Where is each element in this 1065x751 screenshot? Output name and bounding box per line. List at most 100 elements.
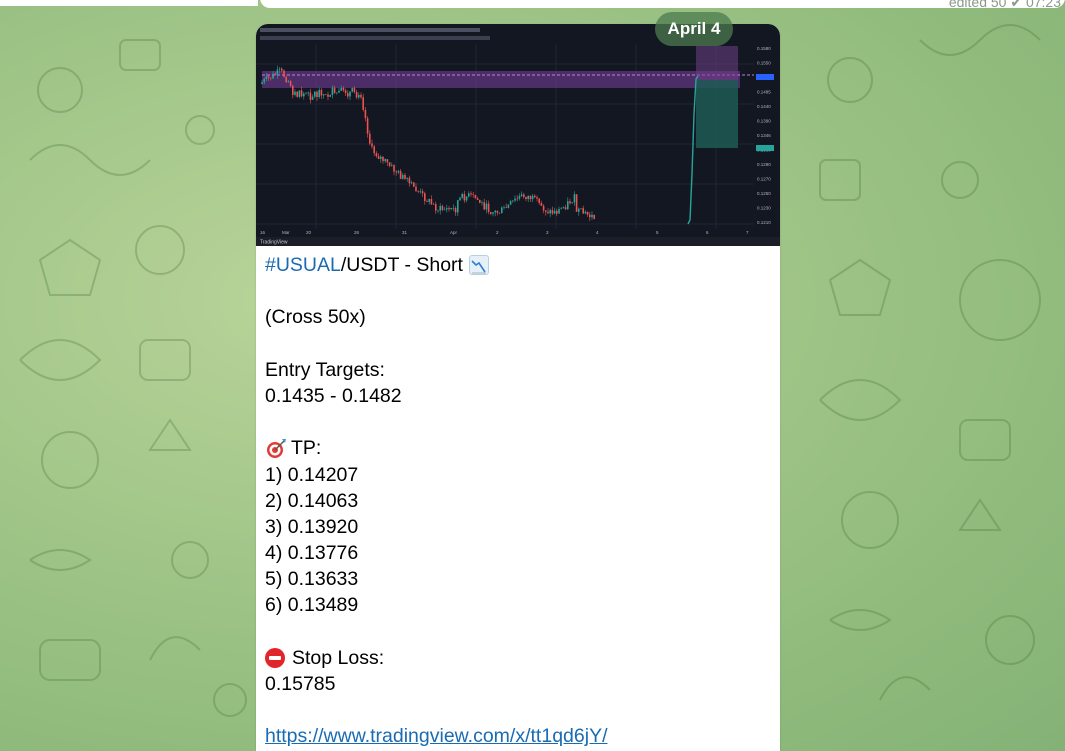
price-axis-label: 0.1580 xyxy=(757,46,771,51)
candle-body xyxy=(311,96,314,100)
candle-body xyxy=(578,208,580,212)
candle-body xyxy=(540,202,543,206)
candle-body xyxy=(296,91,298,97)
pair-text: /USDT - Short xyxy=(340,254,463,276)
candle-body xyxy=(481,202,483,203)
svg-text:16: 16 xyxy=(260,230,266,235)
candle-body xyxy=(329,95,331,97)
tp-title-line: TP: xyxy=(265,435,771,461)
candle-body xyxy=(531,195,534,200)
candle-body xyxy=(287,81,290,83)
candle-body xyxy=(505,207,507,208)
candle-body xyxy=(281,68,283,71)
candle-body xyxy=(364,109,367,119)
stop-loss-title-line: Stop Loss: xyxy=(265,645,771,671)
tradingview-link[interactable]: https://www.tradingview.com/x/tt1qd6jY/ xyxy=(265,723,608,749)
candle-body xyxy=(485,203,488,210)
candle-body xyxy=(516,198,518,200)
candle-body xyxy=(593,214,595,219)
candle-body xyxy=(289,81,292,86)
price-axis-label: 0.1210 xyxy=(757,220,771,225)
candle-body xyxy=(580,208,582,209)
candle-body xyxy=(452,208,455,209)
candle-body xyxy=(270,77,272,79)
candle-body xyxy=(564,207,567,210)
entry-range: 0.1435 - 0.1482 xyxy=(265,384,402,407)
candle-body xyxy=(450,208,452,210)
candle-body xyxy=(424,193,426,202)
price-axis-label: 0.1485 xyxy=(757,90,771,95)
candle-body xyxy=(382,156,384,162)
svg-text:26: 26 xyxy=(354,230,360,235)
candle-body xyxy=(406,177,408,179)
candle-body xyxy=(483,202,485,210)
candle-body xyxy=(492,212,494,214)
chart-decreasing-icon xyxy=(468,255,489,276)
candle-body xyxy=(369,133,371,144)
candle-body xyxy=(435,204,437,211)
candle-body xyxy=(474,194,477,199)
candle-body xyxy=(309,92,312,100)
candle-body xyxy=(305,93,307,94)
candle-body xyxy=(285,76,287,83)
candle-body xyxy=(575,194,578,212)
candle-body xyxy=(362,97,364,110)
candle-body xyxy=(366,118,369,134)
candle-body xyxy=(490,212,492,214)
candle-body xyxy=(314,91,316,97)
candle-body xyxy=(439,206,441,211)
candle-body xyxy=(428,199,430,202)
candle-body xyxy=(479,199,481,203)
candle-body xyxy=(463,194,466,201)
candle-body xyxy=(446,208,448,210)
svg-text:20: 20 xyxy=(306,230,312,235)
candle-body xyxy=(298,90,301,97)
candle-body xyxy=(545,210,547,212)
candle-body xyxy=(278,68,281,70)
pair-line: #USUAL/USDT - Short xyxy=(265,252,771,278)
hashtag-link[interactable]: #USUAL xyxy=(265,252,341,278)
candle-body xyxy=(589,214,591,218)
candle-body xyxy=(307,92,309,94)
svg-text:31: 31 xyxy=(402,230,408,235)
candle-body xyxy=(358,94,360,98)
candle-body xyxy=(573,194,576,203)
candle-body xyxy=(395,171,397,173)
price-axis-label: 0.1250 xyxy=(757,191,771,196)
candle-body xyxy=(569,201,571,204)
candle-body xyxy=(509,201,512,205)
candle-body xyxy=(402,174,404,179)
candle-body xyxy=(322,94,325,96)
message-bubble[interactable]: 0.15800.15500.14900.14850.14400.13900.13… xyxy=(256,24,780,751)
candle-body xyxy=(538,198,540,203)
previous-message-bubble xyxy=(260,0,1065,8)
candle-body xyxy=(415,186,417,192)
chart-image[interactable]: 0.15800.15500.14900.14850.14400.13900.13… xyxy=(256,24,780,246)
candle-body xyxy=(476,198,479,200)
tradingview-watermark: TradingView xyxy=(260,240,288,246)
candle-body xyxy=(542,205,545,211)
candle-body xyxy=(338,90,340,93)
candle-body xyxy=(472,194,474,195)
candle-body xyxy=(461,194,463,198)
candle-body xyxy=(507,204,510,208)
candle-body xyxy=(413,182,415,187)
previous-message-meta: edited 50 ✔ 07:23 xyxy=(948,0,1061,10)
candle-body xyxy=(300,90,303,97)
candle-body xyxy=(344,90,347,94)
candle-body xyxy=(265,76,268,80)
candle-body xyxy=(432,204,435,205)
candle-body xyxy=(272,73,274,79)
candle-body xyxy=(426,201,428,202)
candle-body xyxy=(534,195,536,198)
candle-body xyxy=(318,89,320,98)
leverage-line: (Cross 50x) xyxy=(265,306,366,329)
candle-body xyxy=(591,214,593,218)
candle-body xyxy=(388,162,391,166)
candle-body xyxy=(397,171,400,173)
tradingview-chart: 0.15800.15500.14900.14850.14400.13900.13… xyxy=(256,24,780,246)
candle-body xyxy=(417,191,419,192)
candle-body xyxy=(560,208,562,209)
tp-item-6: 6) 0.13489 xyxy=(265,594,359,617)
candle-body xyxy=(527,195,529,200)
